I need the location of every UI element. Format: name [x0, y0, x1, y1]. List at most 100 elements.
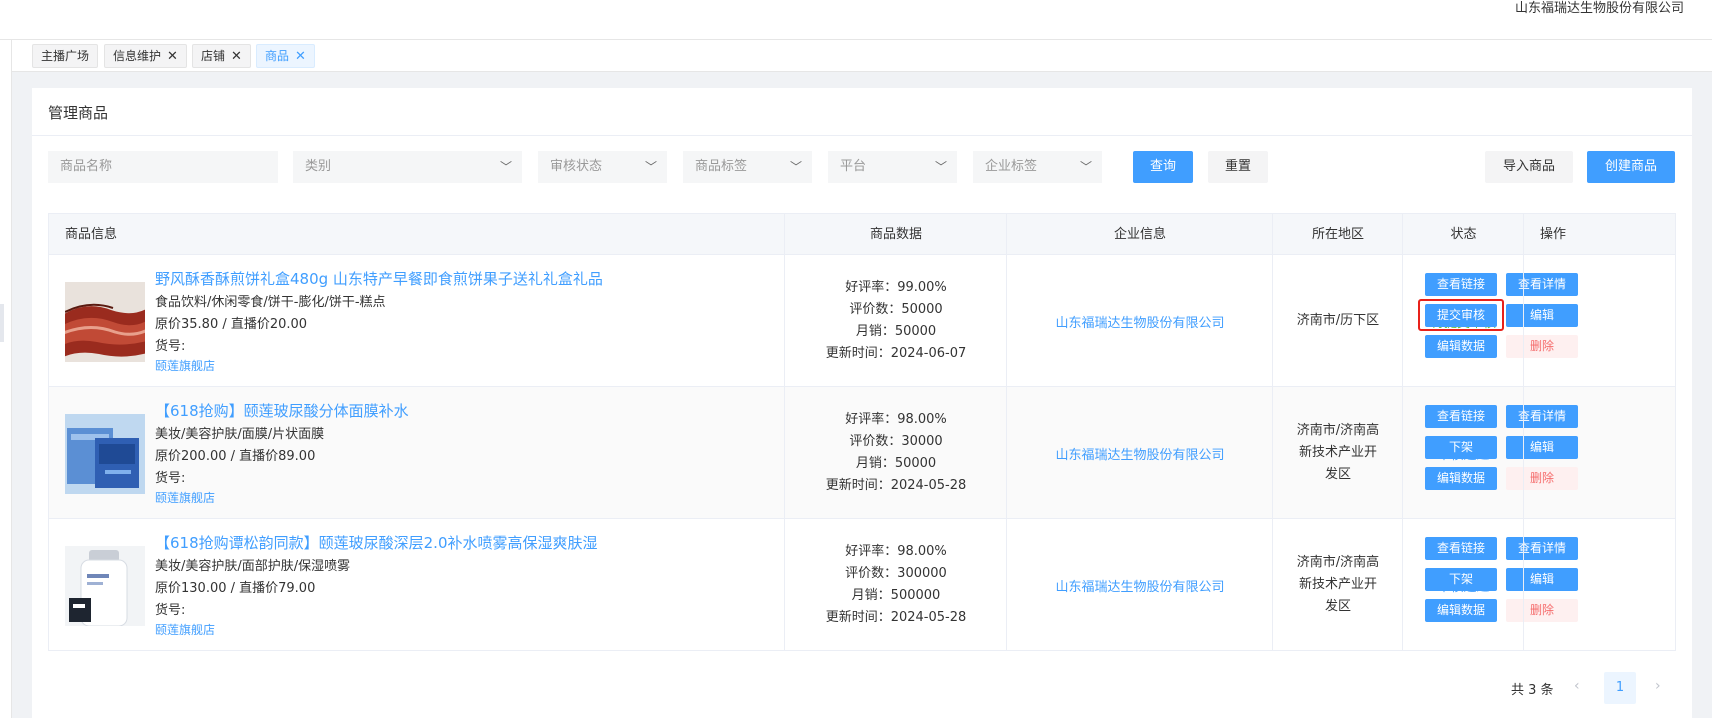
chevron-down-icon: ﹀ — [789, 160, 802, 174]
edit-data-button[interactable]: 编辑数据 — [1425, 599, 1497, 622]
region-cell: 济南市/济南高 新技术产业开 发区 — [1273, 552, 1403, 618]
chevron-down-icon: ﹀ — [934, 160, 947, 174]
chevron-down-icon: ﹀ — [644, 160, 657, 174]
chevron-right-icon[interactable]: › — [1655, 678, 1661, 694]
query-button[interactable]: 查询 — [1133, 151, 1193, 183]
region-line: 发区 — [1324, 599, 1351, 614]
product-category: 美妆/美容护肤/面膜/片状面膜 — [155, 427, 325, 442]
delete-button[interactable]: 删除 — [1506, 599, 1578, 622]
delete-button[interactable]: 删除 — [1506, 335, 1578, 358]
region-line: 济南市/济南高 — [1296, 423, 1380, 438]
sidebar-toggle[interactable] — [0, 304, 4, 342]
column-divider — [1523, 214, 1524, 650]
edit-data-button[interactable]: 编辑数据 — [1425, 335, 1497, 358]
view-details-button[interactable]: 查看详情 — [1506, 273, 1578, 296]
product-name-input[interactable]: 商品名称 — [48, 151, 278, 183]
table-row: 野风酥香酥煎饼礼盒480g 山东特产早餐即食煎饼果子送礼礼盒礼品 食品饮料/休闲… — [49, 255, 1675, 387]
page-title: 管理商品 — [48, 104, 109, 122]
stat-reviews: 评价数：300000 — [845, 566, 947, 581]
enterprise-link[interactable]: 山东福瑞达生物股份有限公司 — [1007, 312, 1273, 331]
product-name-link[interactable]: 【618抢购谭松韵同款】颐莲玻尿酸深层2.0补水喷雾高保湿爽肤湿 — [155, 532, 598, 553]
edit-button[interactable]: 编辑 — [1506, 436, 1578, 459]
product-stats: 好评率：98.00% 评价数：300000 月销：500000 更新时间：202… — [785, 541, 1007, 629]
reset-button[interactable]: 重置 — [1208, 151, 1268, 183]
product-category: 美妆/美容护肤/面部护肤/保湿喷雾 — [155, 559, 351, 574]
table-header: 商品信息 商品数据 企业信息 所在地区 状态 操作 — [49, 214, 1675, 255]
region-line: 新技术产业开 — [1298, 577, 1377, 592]
tag-label: 店铺 — [201, 49, 226, 63]
close-icon[interactable]: ✕ — [295, 49, 306, 64]
card-header: 管理商品 — [32, 88, 1692, 136]
company-tag-label: 企业标签 — [985, 159, 1038, 174]
product-thumbnail[interactable] — [65, 282, 145, 362]
product-tag-select[interactable]: 商品标签 ﹀ — [683, 151, 812, 183]
tag-shop[interactable]: 店铺 ✕ — [192, 44, 251, 68]
product-shop-link[interactable]: 颐莲旗舰店 — [155, 489, 215, 506]
column-divider — [1272, 214, 1273, 650]
stat-rating: 好评率：99.00% — [845, 280, 947, 295]
products-table: 商品信息 商品数据 企业信息 所在地区 状态 操作 野风酥香酥煎饼礼盒480g … — [48, 213, 1676, 651]
company-name[interactable]: 山东福瑞达生物股份有限公司 — [1515, 0, 1684, 18]
delete-button[interactable]: 删除 — [1506, 467, 1578, 490]
product-price: 原价200.00 / 直播价89.00 — [155, 449, 316, 464]
stat-rating: 好评率：98.00% — [845, 544, 947, 559]
tag-anchor-square[interactable]: 主播广场 — [32, 44, 99, 68]
unlist-button[interactable]: 下架 — [1425, 436, 1497, 459]
chevron-down-icon: ﹀ — [499, 160, 512, 174]
view-link-button[interactable]: 查看链接 — [1425, 537, 1497, 560]
view-details-button[interactable]: 查看详情 — [1506, 405, 1578, 428]
product-category: 食品饮料/休闲零食/饼干-膨化/饼干-糕点 — [155, 295, 386, 310]
product-thumbnail[interactable] — [65, 414, 145, 494]
product-shop-link[interactable]: 颐莲旗舰店 — [155, 621, 215, 638]
page-number-current[interactable]: 1 — [1604, 672, 1636, 704]
enterprise-link[interactable]: 山东福瑞达生物股份有限公司 — [1007, 576, 1273, 595]
product-sku: 货号: — [155, 603, 186, 618]
platform-label: 平台 — [840, 159, 867, 174]
edit-button[interactable]: 编辑 — [1506, 568, 1578, 591]
edit-data-button[interactable]: 编辑数据 — [1425, 467, 1497, 490]
view-link-button[interactable]: 查看链接 — [1425, 405, 1497, 428]
unlist-button[interactable]: 下架 — [1425, 568, 1497, 591]
column-divider — [1402, 214, 1403, 650]
product-price: 原价130.00 / 直播价79.00 — [155, 581, 316, 596]
sidebar-rail — [0, 40, 12, 718]
close-icon[interactable]: ✕ — [231, 49, 242, 64]
stat-reviews: 评价数：30000 — [849, 434, 943, 449]
chevron-left-icon[interactable]: ‹ — [1574, 678, 1580, 694]
import-products-button[interactable]: 导入商品 — [1485, 151, 1573, 183]
enterprise-link[interactable]: 山东福瑞达生物股份有限公司 — [1007, 444, 1273, 463]
stat-reviews: 评价数：50000 — [849, 302, 943, 317]
view-link-button[interactable]: 查看链接 — [1425, 273, 1497, 296]
col-product-info: 商品信息 — [65, 227, 118, 242]
top-bar: 山东福瑞达生物股份有限公司 — [0, 0, 1712, 40]
col-status: 状态 — [1450, 227, 1477, 242]
col-enterprise-info: 企业信息 — [1113, 227, 1166, 242]
product-shop-link[interactable]: 颐莲旗舰店 — [155, 357, 215, 374]
product-name-link[interactable]: 野风酥香酥煎饼礼盒480g 山东特产早餐即食煎饼果子送礼礼盒礼品 — [155, 268, 603, 289]
product-stats: 好评率：99.00% 评价数：50000 月销：50000 更新时间：2024-… — [785, 277, 1007, 365]
category-label: 类别 — [305, 159, 332, 174]
product-sku: 货号: — [155, 471, 186, 486]
audit-status-label: 审核状态 — [550, 159, 603, 174]
platform-select[interactable]: 平台 ﹀ — [828, 151, 957, 183]
col-product-data: 商品数据 — [869, 227, 922, 242]
create-product-button[interactable]: 创建商品 — [1587, 151, 1675, 183]
category-select[interactable]: 类别 ﹀ — [293, 151, 522, 183]
stat-updated: 更新时间：2024-05-28 — [825, 478, 967, 493]
highlight-box — [1418, 299, 1504, 331]
product-price: 原价35.80 / 直播价20.00 — [155, 317, 308, 332]
company-tag-select[interactable]: 企业标签 ﹀ — [973, 151, 1102, 183]
edit-button[interactable]: 编辑 — [1506, 304, 1578, 327]
tag-info-maintain[interactable]: 信息维护 ✕ — [104, 44, 187, 68]
tag-products[interactable]: 商品 ✕ — [256, 44, 315, 68]
product-tag-label: 商品标签 — [695, 159, 748, 174]
product-thumbnail[interactable] — [65, 546, 145, 626]
product-name-link[interactable]: 【618抢购】颐莲玻尿酸分体面膜补水 — [155, 400, 409, 421]
audit-status-select[interactable]: 审核状态 ﹀ — [538, 151, 667, 183]
product-sku: 货号: — [155, 339, 186, 354]
close-icon[interactable]: ✕ — [167, 49, 178, 64]
column-divider — [784, 214, 785, 650]
view-details-button[interactable]: 查看详情 — [1506, 537, 1578, 560]
table-row: 【618抢购谭松韵同款】颐莲玻尿酸深层2.0补水喷雾高保湿爽肤湿 美妆/美容护肤… — [49, 519, 1675, 650]
product-stats: 好评率：98.00% 评价数：30000 月销：50000 更新时间：2024-… — [785, 409, 1007, 497]
